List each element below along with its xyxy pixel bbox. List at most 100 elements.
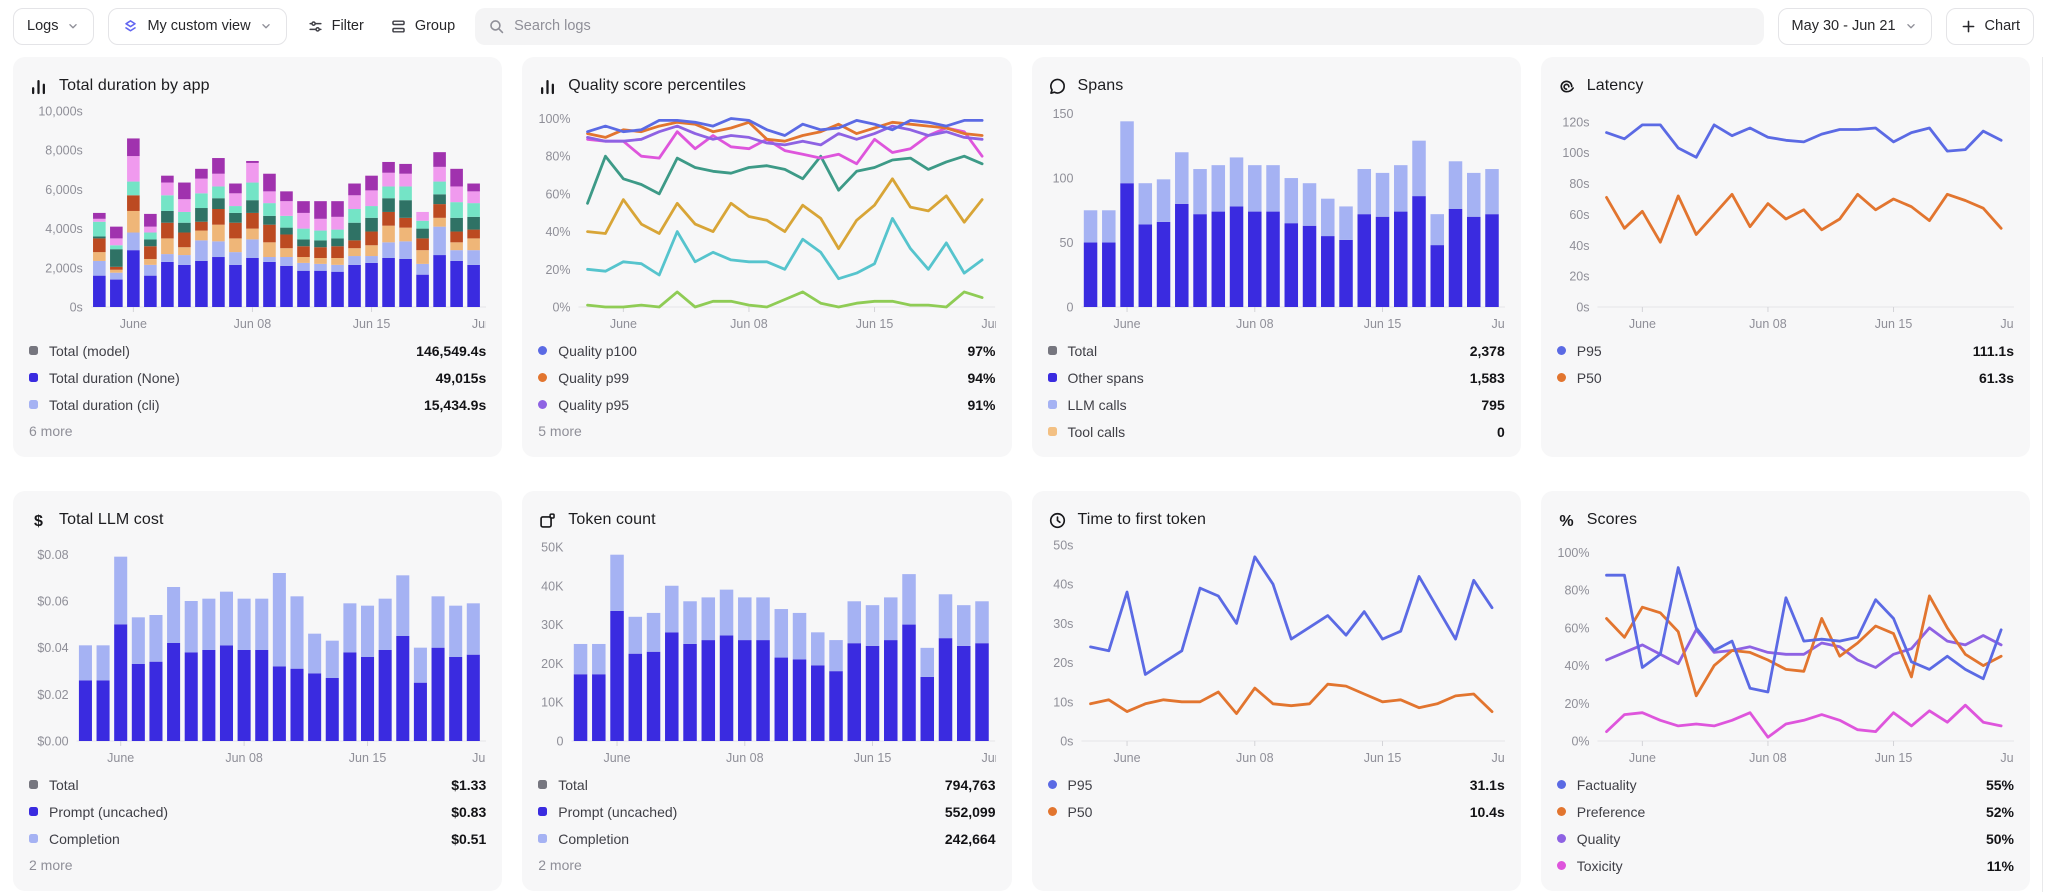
date-range-button[interactable]: May 30 - Jun 21 <box>1778 8 1932 45</box>
legend-more-link[interactable]: 5 more <box>538 418 995 444</box>
legend-item: Completion$0.51 <box>29 825 486 852</box>
svg-text:0s: 0s <box>1060 735 1073 749</box>
svg-text:Jun 15: Jun 15 <box>854 751 892 765</box>
svg-text:40%: 40% <box>1564 659 1589 673</box>
legend-value: $0.51 <box>451 831 486 847</box>
legend-label: P50 <box>1577 370 1602 386</box>
card-title: Quality score percentiles <box>568 77 746 95</box>
legend-more-link[interactable]: 2 more <box>538 852 995 878</box>
svg-text:Jun 08: Jun 08 <box>1749 751 1787 765</box>
svg-text:Jun 15: Jun 15 <box>349 751 387 765</box>
legend-label: LLM calls <box>1068 397 1127 413</box>
legend-label: Other spans <box>1068 370 1144 386</box>
legend-value: 94% <box>967 370 995 386</box>
svg-text:Jun 22: Jun 22 <box>1491 751 1505 765</box>
chart-legend: P9531.1sP5010.4s <box>1048 771 1505 825</box>
legend-swatch <box>538 834 547 843</box>
legend-swatch <box>538 373 547 382</box>
legend-swatch <box>538 780 547 789</box>
svg-text:Jun 22: Jun 22 <box>472 751 486 765</box>
legend-item: Total794,763 <box>538 771 995 798</box>
svg-text:$: $ <box>34 512 43 530</box>
card-total-duration-by-app: Total duration by app 0s2,000s4,000s6,00… <box>13 57 502 457</box>
legend-label: Toxicity <box>1577 858 1623 874</box>
scrollbar-track[interactable] <box>2042 57 2043 892</box>
legend-value: 10.4s <box>1470 804 1505 820</box>
add-chart-button[interactable]: Chart <box>1946 8 2034 45</box>
svg-text:June: June <box>1629 317 1656 331</box>
svg-text:June: June <box>610 317 637 331</box>
legend-label: Prompt (uncached) <box>49 804 168 820</box>
bar-chart-icon <box>29 77 48 96</box>
svg-text:10,000s: 10,000s <box>38 105 82 119</box>
svg-text:20%: 20% <box>1564 697 1589 711</box>
legend-label: Total duration (None) <box>49 370 180 386</box>
legend-label: Factuality <box>1577 777 1637 793</box>
chevron-down-icon <box>259 19 273 33</box>
dollar-icon: $ <box>29 511 48 530</box>
svg-text:Jun 08: Jun 08 <box>234 317 272 331</box>
svg-text:50s: 50s <box>1053 539 1073 553</box>
legend-label: P50 <box>1068 804 1093 820</box>
filter-button[interactable]: Filter <box>301 8 370 45</box>
legend-item: Total duration (cli)15,434.9s <box>29 391 486 418</box>
legend-value: 97% <box>967 343 995 359</box>
search-bar[interactable] <box>475 8 1763 45</box>
legend-value: 552,099 <box>945 804 996 820</box>
search-input[interactable] <box>514 18 1750 34</box>
legend-swatch <box>29 780 38 789</box>
legend-swatch <box>1557 373 1566 382</box>
svg-text:Jun 08: Jun 08 <box>730 317 768 331</box>
svg-text:30s: 30s <box>1053 617 1073 631</box>
chart-canvas[interactable]: 0s10s20s30s40s50sJuneJun 08Jun 15Jun 22 <box>1048 537 1505 771</box>
legend-item: Total2,378 <box>1048 337 1505 364</box>
legend-label: P95 <box>1068 777 1093 793</box>
svg-text:June: June <box>1113 317 1140 331</box>
chart-canvas[interactable]: 0%20%40%60%80%100%JuneJun 08Jun 15Jun 22 <box>1557 537 2014 771</box>
legend-swatch <box>1557 834 1566 843</box>
svg-text:Jun 22: Jun 22 <box>982 751 996 765</box>
svg-text:$0.06: $0.06 <box>37 595 68 609</box>
svg-text:Jun 08: Jun 08 <box>726 751 764 765</box>
chart-canvas[interactable]: 010K20K30K40K50KJuneJun 08Jun 15Jun 22 <box>538 537 995 771</box>
legend-value: $1.33 <box>451 777 486 793</box>
chart-canvas[interactable]: 0%20%40%60%80%100%JuneJun 08Jun 15Jun 22 <box>538 103 995 337</box>
chart-legend: P95111.1sP5061.3s <box>1557 337 2014 391</box>
legend-swatch <box>29 400 38 409</box>
legend-label: Quality p95 <box>558 397 629 413</box>
chart-canvas[interactable]: 050100150JuneJun 08Jun 15Jun 22 <box>1048 103 1505 337</box>
legend-label: Quality p99 <box>558 370 629 386</box>
view-selector-button[interactable]: My custom view <box>108 8 286 45</box>
svg-text:100%: 100% <box>539 112 571 126</box>
svg-text:Jun 08: Jun 08 <box>1749 317 1787 331</box>
group-button[interactable]: Group <box>384 8 461 45</box>
chart-canvas[interactable]: $0.00$0.02$0.04$0.06$0.08JuneJun 08Jun 1… <box>29 537 486 771</box>
legend-value: 61.3s <box>1979 370 2014 386</box>
legend-item: Prompt (uncached)$0.83 <box>29 798 486 825</box>
svg-text:50: 50 <box>1059 236 1073 250</box>
legend-more-link[interactable]: 2 more <box>29 852 486 878</box>
svg-text:40s: 40s <box>1053 578 1073 592</box>
legend-swatch <box>1557 861 1566 870</box>
svg-text:Jun 15: Jun 15 <box>1363 317 1401 331</box>
svg-text:40s: 40s <box>1569 239 1589 253</box>
svg-text:Jun 15: Jun 15 <box>1875 751 1913 765</box>
logs-dropdown-button[interactable]: Logs <box>13 8 94 45</box>
svg-text:20%: 20% <box>546 263 571 277</box>
chart-canvas[interactable]: 0s20s40s60s80s100s120sJuneJun 08Jun 15Ju… <box>1557 103 2014 337</box>
svg-text:$0.08: $0.08 <box>37 548 68 562</box>
legend-swatch <box>1557 807 1566 816</box>
group-label: Group <box>415 18 455 34</box>
chart-canvas[interactable]: 0s2,000s4,000s6,000s8,000s10,000sJuneJun… <box>29 103 486 337</box>
legend-value: 0 <box>1497 424 1505 440</box>
svg-text:$0.02: $0.02 <box>37 688 68 702</box>
legend-swatch <box>538 346 547 355</box>
legend-swatch <box>29 346 38 355</box>
svg-text:20K: 20K <box>541 657 564 671</box>
legend-item: Tool calls0 <box>1048 418 1505 445</box>
legend-more-link[interactable]: 6 more <box>29 418 486 444</box>
legend-value: 2,378 <box>1470 343 1505 359</box>
legend-value: 91% <box>967 397 995 413</box>
layers-icon <box>122 18 139 35</box>
svg-text:80s: 80s <box>1569 177 1589 191</box>
